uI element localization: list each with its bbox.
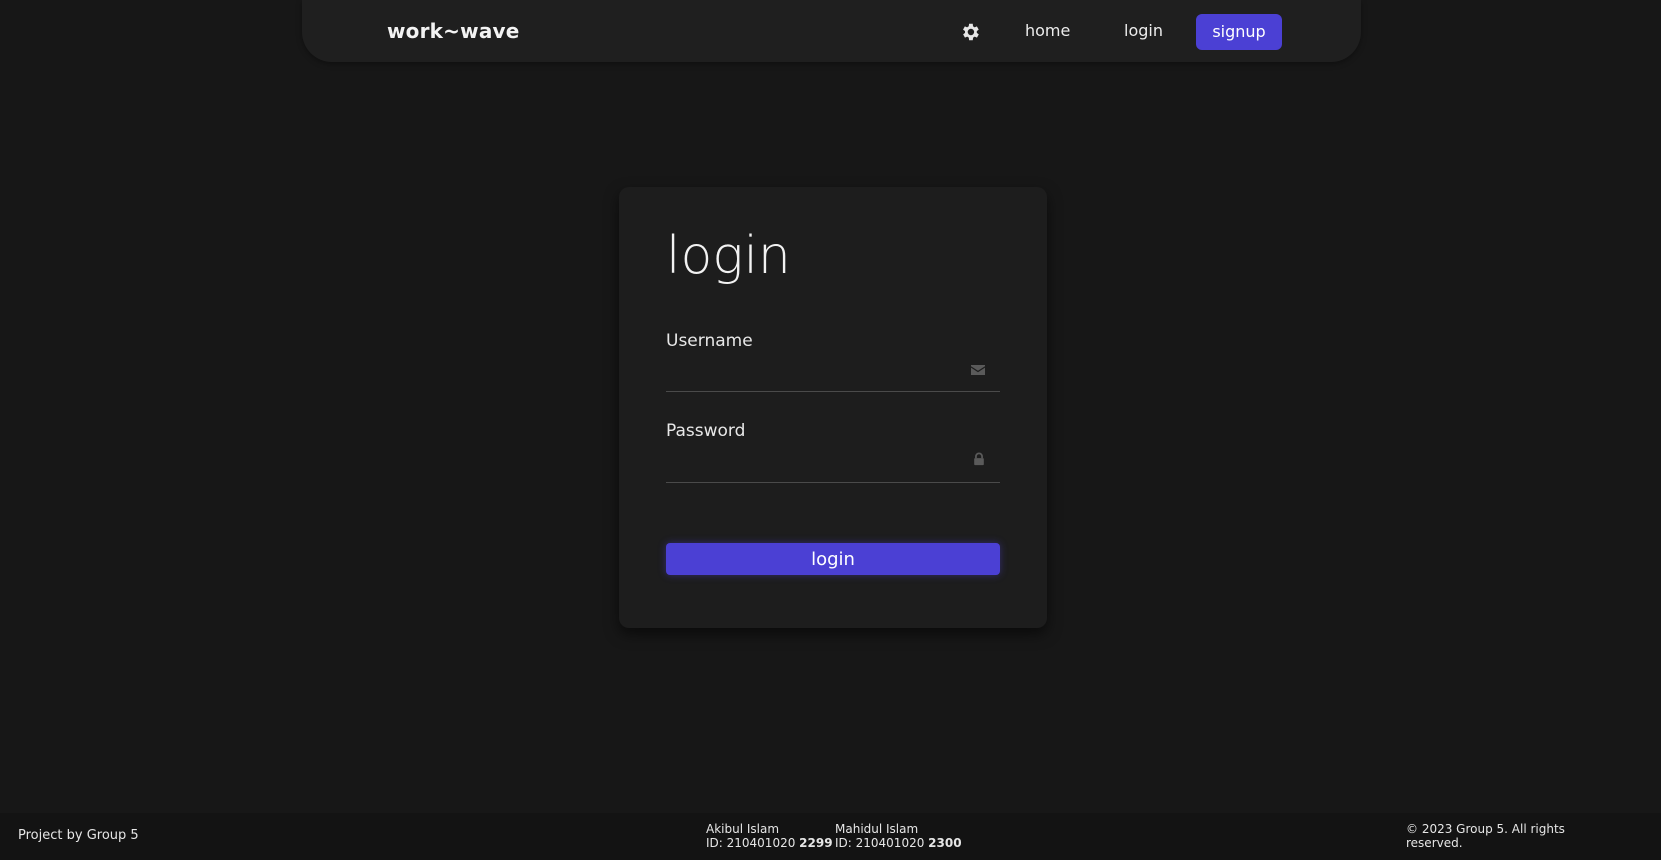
footer-copyright: © 2023 Group 5. All rights reserved. <box>1406 822 1565 850</box>
credit-id: ID: 210401020 2300 <box>835 836 962 850</box>
lock-icon <box>974 452 984 466</box>
nav-link-login[interactable]: login <box>1124 21 1163 40</box>
envelope-icon <box>971 365 985 375</box>
password-input[interactable] <box>666 453 1000 483</box>
username-label: Username <box>666 331 753 351</box>
footer-project-text: Project by Group 5 <box>18 828 139 843</box>
navbar: work~wave home login signup <box>302 0 1361 62</box>
username-input[interactable] <box>666 362 1000 392</box>
nav-link-home[interactable]: home <box>1025 21 1070 40</box>
credit-member-2: Mahidul Islam ID: 210401020 2300 <box>835 822 962 850</box>
brand-logo[interactable]: work~wave <box>387 19 520 43</box>
credit-name: Mahidul Islam <box>835 822 919 836</box>
login-button[interactable]: login <box>666 543 1000 575</box>
gear-icon[interactable] <box>959 21 981 43</box>
nav-signup-button[interactable]: signup <box>1196 14 1282 50</box>
credit-member-1: Akibul Islam ID: 210401020 2299 <box>706 822 833 850</box>
credit-name: Akibul Islam <box>706 822 780 836</box>
credit-id: ID: 210401020 2299 <box>706 836 833 850</box>
footer: Project by Group 5 Akibul Islam ID: 2104… <box>0 813 1661 860</box>
password-label: Password <box>666 421 746 441</box>
login-title: login <box>666 226 791 286</box>
login-card: login Username Password login <box>619 187 1047 628</box>
